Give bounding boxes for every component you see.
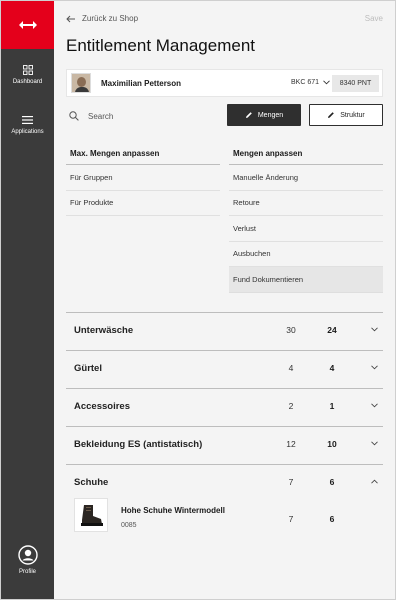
menu-item-manuelle-aenderung[interactable]: Manuelle Änderung (229, 165, 383, 191)
sidebar-item-label: Profile (18, 569, 36, 575)
sidebar-item-label: Applications (11, 129, 44, 135)
sidebar-item-dashboard[interactable]: Dashboard (1, 65, 54, 85)
product-name: Hohe Schuhe Wintermodell (121, 506, 225, 515)
main-content: Zurück zu Shop Save Entitlement Manageme… (54, 1, 395, 599)
category-row[interactable]: Accessoires 2 1 (66, 388, 383, 426)
category-row[interactable]: Unterwäsche 30 24 (66, 312, 383, 350)
menu-item-ausbuchen[interactable]: Ausbuchen (229, 242, 383, 267)
category-name: Schuhe (74, 477, 109, 488)
back-link-label: Zurück zu Shop (82, 14, 139, 23)
mengen-button-label: Mengen (257, 111, 284, 119)
product-current-value: 6 (329, 514, 335, 524)
category-name: Bekleidung ES (antistatisch) (74, 439, 203, 450)
category-max-value: 4 (288, 363, 294, 373)
category-row[interactable]: Bekleidung ES (antistatisch) 12 10 (66, 426, 383, 464)
page-title: Entitlement Management (66, 36, 255, 55)
max-mengen-menu: Max. Mengen anpassen Für Gruppen Für Pro… (66, 141, 220, 216)
category-name: Gürtel (74, 363, 102, 374)
chevron-down-icon[interactable] (371, 441, 378, 446)
grid-icon (22, 65, 33, 75)
mengen-header: Mengen anpassen (229, 141, 383, 165)
user-card: Maximilian Petterson BKC 671 8340 PNT (66, 69, 383, 97)
search-field[interactable]: Search (69, 109, 219, 123)
mengen-menu: Mengen anpassen Manuelle Änderung Retour… (229, 141, 383, 293)
category-current-value: 10 (327, 439, 337, 449)
category-max-value: 7 (288, 477, 294, 487)
product-max-value: 7 (288, 514, 294, 524)
chevron-down-icon[interactable] (371, 327, 378, 332)
category-list: Unterwäsche 30 24 Gürtel 4 4 Accessoires… (66, 312, 383, 544)
category-current-value: 6 (329, 477, 335, 487)
top-bar: Zurück zu Shop Save (66, 14, 383, 26)
product-code: 0085 (121, 522, 137, 529)
sidebar: Dashboard Applications Profile (1, 1, 54, 599)
category-current-value: 4 (329, 363, 335, 373)
struktur-button[interactable]: Struktur (309, 104, 383, 126)
menu-item-retoure[interactable]: Retoure (229, 191, 383, 216)
points-badge: 8340 PNT (332, 75, 379, 92)
back-link[interactable]: Zurück zu Shop (66, 14, 138, 23)
menu-icon (22, 116, 33, 124)
category-current-value: 24 (327, 325, 337, 335)
category-max-value: 30 (286, 325, 296, 335)
pencil-icon (328, 112, 335, 118)
menu-item-verlust[interactable]: Verlust (229, 216, 383, 242)
category-row-expanded[interactable]: Schuhe 7 6 Hohe Schuhe Wintermodell 0085… (66, 464, 383, 544)
account-label: BKC 671 (291, 79, 320, 86)
category-row[interactable]: Gürtel 4 4 (66, 350, 383, 388)
arrow-left-icon (66, 15, 75, 22)
category-max-value: 2 (288, 401, 294, 411)
category-name: Accessoires (74, 401, 130, 412)
account-selector[interactable]: BKC 671 (291, 79, 330, 86)
boot-icon (81, 505, 103, 526)
chevron-down-icon[interactable] (371, 365, 378, 370)
search-icon (69, 111, 79, 121)
sidebar-item-profile[interactable]: Profile (1, 545, 54, 575)
profile-icon (17, 545, 38, 565)
max-mengen-header: Max. Mengen anpassen (66, 141, 220, 165)
struktur-button-label: Struktur (340, 111, 365, 119)
sbb-logo-icon (18, 21, 37, 29)
product-image (74, 498, 108, 532)
app-window: Dashboard Applications Profile Zurück zu… (0, 0, 396, 600)
category-name: Unterwäsche (74, 325, 134, 336)
pencil-icon (245, 112, 252, 118)
chevron-down-icon[interactable] (371, 403, 378, 408)
category-current-value: 1 (329, 401, 335, 411)
menu-item-fund-dokumentieren[interactable]: Fund Dokumentieren (229, 267, 383, 293)
chevron-down-icon (323, 80, 330, 85)
brand-logo[interactable] (1, 1, 54, 49)
sidebar-item-label: Dashboard (12, 79, 43, 85)
save-button[interactable]: Save (365, 14, 383, 23)
menu-item-gruppen[interactable]: Für Gruppen (66, 165, 220, 191)
points-value: 8340 PNT (339, 80, 372, 87)
menu-item-produkte[interactable]: Für Produkte (66, 191, 220, 216)
mengen-button[interactable]: Mengen (227, 104, 301, 126)
category-max-value: 12 (286, 439, 296, 449)
chevron-up-icon[interactable] (371, 479, 378, 484)
search-placeholder: Search (88, 111, 114, 121)
sidebar-item-applications[interactable]: Applications (1, 115, 54, 135)
user-name: Maximilian Petterson (101, 78, 182, 88)
avatar (71, 73, 91, 93)
